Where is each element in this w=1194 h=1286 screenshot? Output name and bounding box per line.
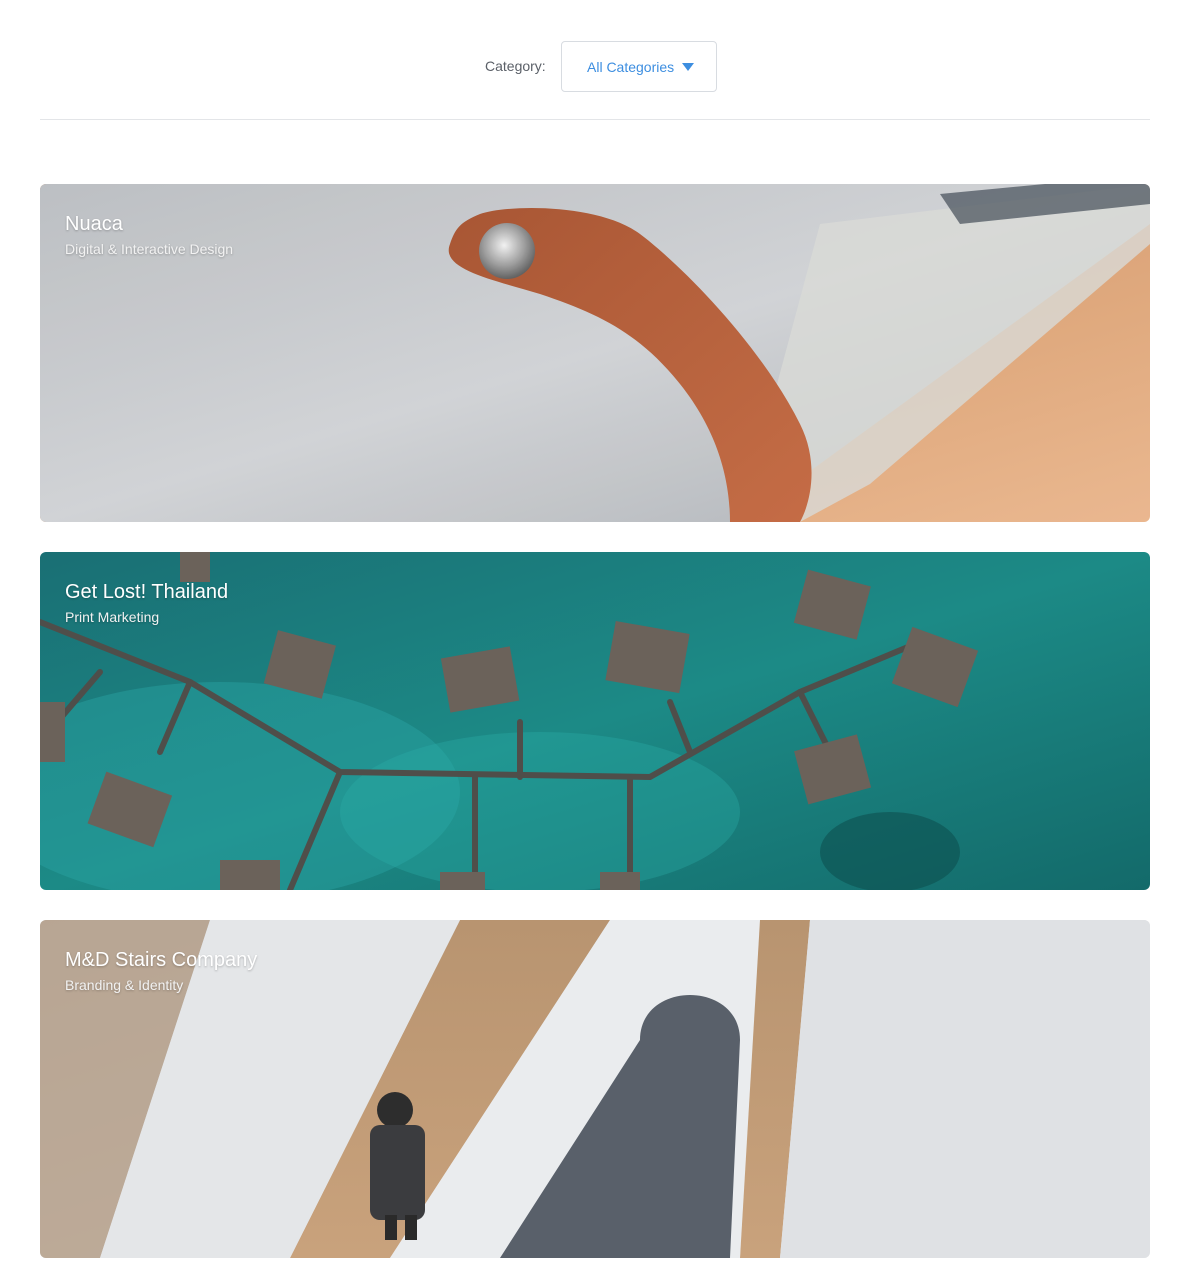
project-card-nuaca[interactable]: Nuaca Digital & Interactive Design — [40, 184, 1150, 522]
category-filter-bar: Category: All Categories — [40, 0, 1150, 120]
project-title: Get Lost! Thailand — [65, 581, 229, 603]
project-image-nuaca — [40, 184, 1150, 522]
category-label: Category: — [485, 58, 546, 74]
project-title: Nuaca — [65, 213, 123, 235]
project-category: Branding & Identity — [65, 977, 184, 993]
project-card-get-lost-thailand[interactable]: Get Lost! Thailand Print Marketing — [40, 552, 1150, 890]
project-category: Digital & Interactive Design — [65, 241, 234, 257]
category-dropdown-value: All Categories — [587, 59, 675, 75]
caret-down-icon — [682, 63, 694, 71]
category-dropdown[interactable]: All Categories — [561, 41, 717, 92]
project-category: Print Marketing — [65, 609, 160, 625]
project-card-md-stairs-company[interactable]: M&D Stairs Company Branding & Identity — [40, 920, 1150, 1258]
project-title: M&D Stairs Company — [65, 949, 258, 971]
